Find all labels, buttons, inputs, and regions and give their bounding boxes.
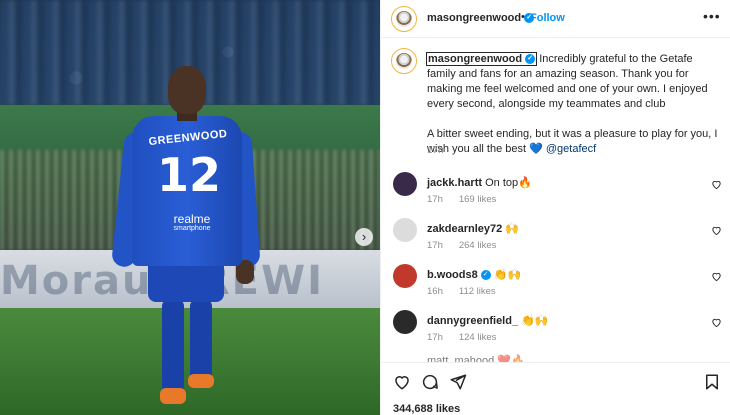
comment-username[interactable]: b.woods8 xyxy=(427,269,478,281)
comment-item: jackk.hartt On top🔥 17h 169 likes xyxy=(381,172,730,212)
carousel-next-icon[interactable]: › xyxy=(355,228,373,246)
comment-text: jackk.hartt On top🔥 xyxy=(427,176,532,189)
comment-likes[interactable]: 169 likes xyxy=(459,194,497,205)
share-icon[interactable] xyxy=(449,373,467,391)
comment-username[interactable]: dannygreenfield_ xyxy=(427,315,518,327)
caption-username-text[interactable]: masongreenwood xyxy=(428,53,522,65)
comment-item: b.woods8 ✓ 👏🙌 16h 112 likes xyxy=(381,264,730,304)
player-head xyxy=(168,66,206,114)
header-username-text[interactable]: masongreenwood xyxy=(427,12,521,24)
comment-time: 16h xyxy=(427,286,443,297)
jersey-sponsor: realme xyxy=(173,212,211,226)
comment-item: zakdearnley72 🙌 17h 264 likes xyxy=(381,218,730,258)
post-photo[interactable]: Moraun REWI GREENWOOD 12 realme smartpho… xyxy=(0,0,380,415)
comment-heart-icon[interactable] xyxy=(711,179,722,190)
player-figure: GREENWOOD 12 realme smartphone xyxy=(111,62,261,415)
blue-heart-emoji: 💙 xyxy=(529,143,543,155)
comment-time: 17h xyxy=(427,194,443,205)
header-separator: • xyxy=(521,11,525,23)
player-right-leg xyxy=(190,300,212,380)
comment-time: 17h xyxy=(427,240,443,251)
comment-item: dannygreenfield_ 👏🙌 17h 124 likes xyxy=(381,310,730,350)
comment-avatar[interactable] xyxy=(393,264,417,288)
caption-avatar[interactable] xyxy=(391,48,417,74)
comment-likes[interactable]: 264 likes xyxy=(459,240,497,251)
player-left-leg xyxy=(162,300,184,392)
comment-body: On top🔥 xyxy=(485,177,532,189)
verified-badge-icon: ✓ xyxy=(480,270,491,281)
comment-avatar[interactable] xyxy=(393,218,417,242)
comment-body: 👏🙌 xyxy=(493,269,522,281)
post-header: masongreenwood ✓ • Follow ••• xyxy=(381,0,730,38)
comment-heart-icon[interactable] xyxy=(711,225,722,236)
comment-text: dannygreenfield_ 👏🙌 xyxy=(427,314,549,327)
comment-meta: 16h 112 likes xyxy=(427,286,496,297)
comment-meta: 17h 264 likes xyxy=(427,240,496,251)
comment-meta: 17h 124 likes xyxy=(427,332,496,343)
post-caption: masongreenwood ✓ Incredibly grateful to t… xyxy=(425,52,723,157)
comment-likes[interactable]: 124 likes xyxy=(459,332,497,343)
caption-mention-link[interactable]: @getafecf xyxy=(546,143,596,155)
comment-heart-icon[interactable] xyxy=(711,271,722,282)
post-actions-bar: 344,688 likes xyxy=(381,362,730,415)
player-left-boot xyxy=(160,388,186,404)
comment-body: 🙌 xyxy=(505,223,519,235)
jersey-sponsor-sub: smartphone xyxy=(173,225,211,232)
likes-count[interactable]: 344,688 likes xyxy=(393,403,460,415)
heart-icon[interactable] xyxy=(393,373,411,391)
more-options-icon[interactable]: ••• xyxy=(703,8,721,24)
comment-text: b.woods8 ✓ 👏🙌 xyxy=(427,268,521,281)
bookmark-icon[interactable] xyxy=(703,373,721,391)
comment-meta: 17h 169 likes xyxy=(427,194,496,205)
comment-username[interactable]: zakdearnley72 xyxy=(427,223,502,235)
verified-badge-icon: ✓ xyxy=(525,54,536,65)
comment-text: zakdearnley72 🙌 xyxy=(427,222,519,235)
comment-time: 17h xyxy=(427,332,443,343)
comment-avatar[interactable] xyxy=(393,310,417,334)
comment-likes[interactable]: 112 likes xyxy=(459,286,496,297)
player-right-boot xyxy=(188,374,214,388)
jersey-number: 12 xyxy=(156,148,221,202)
comment-icon[interactable] xyxy=(421,373,439,391)
comment-avatar[interactable] xyxy=(393,172,417,196)
comment-heart-icon[interactable] xyxy=(711,317,722,328)
header-avatar[interactable] xyxy=(391,6,417,32)
comment-username[interactable]: jackk.hartt xyxy=(427,177,482,189)
post-side-panel: masongreenwood ✓ • Follow ••• masongreenw… xyxy=(380,0,730,415)
caption-username[interactable]: masongreenwood ✓ xyxy=(425,52,538,66)
header-username[interactable]: masongreenwood ✓ xyxy=(427,12,535,24)
comment-body: 👏🙌 xyxy=(521,315,549,327)
caption-time: 17h xyxy=(427,145,444,156)
follow-button[interactable]: Follow xyxy=(530,12,565,24)
